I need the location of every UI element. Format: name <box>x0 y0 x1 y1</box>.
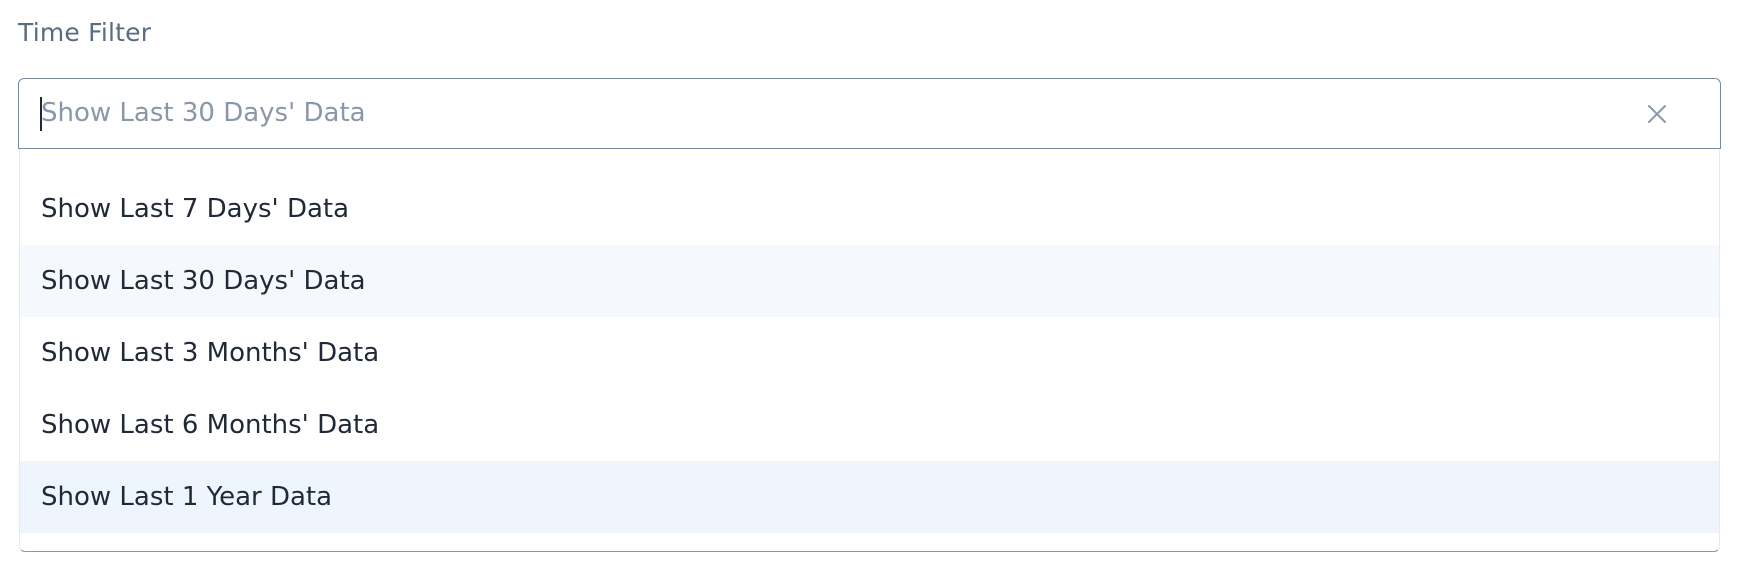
clear-button[interactable] <box>1644 101 1670 127</box>
option-last-3-months[interactable]: Show Last 3 Months' Data <box>20 317 1719 389</box>
option-last-1-year[interactable]: Show Last 1 Year Data <box>20 461 1719 533</box>
option-last-24-hours[interactable]: Show Last 24 Hours' Data <box>20 149 1719 173</box>
time-filter-select[interactable] <box>18 78 1721 149</box>
time-filter-dropdown[interactable]: Show Last 24 Hours' Data Show Last 7 Day… <box>19 149 1720 552</box>
time-filter-widget: Time Filter Show Last 24 Hours' Data Sho… <box>0 0 1744 566</box>
option-last-7-days[interactable]: Show Last 7 Days' Data <box>20 173 1719 245</box>
option-last-30-days[interactable]: Show Last 30 Days' Data <box>20 245 1719 317</box>
time-filter-search-input[interactable] <box>41 79 1601 147</box>
close-icon <box>1648 105 1666 123</box>
time-filter-option-list: Show Last 24 Hours' Data Show Last 7 Day… <box>20 149 1719 533</box>
option-last-6-months[interactable]: Show Last 6 Months' Data <box>20 389 1719 461</box>
time-filter-label: Time Filter <box>18 18 152 47</box>
